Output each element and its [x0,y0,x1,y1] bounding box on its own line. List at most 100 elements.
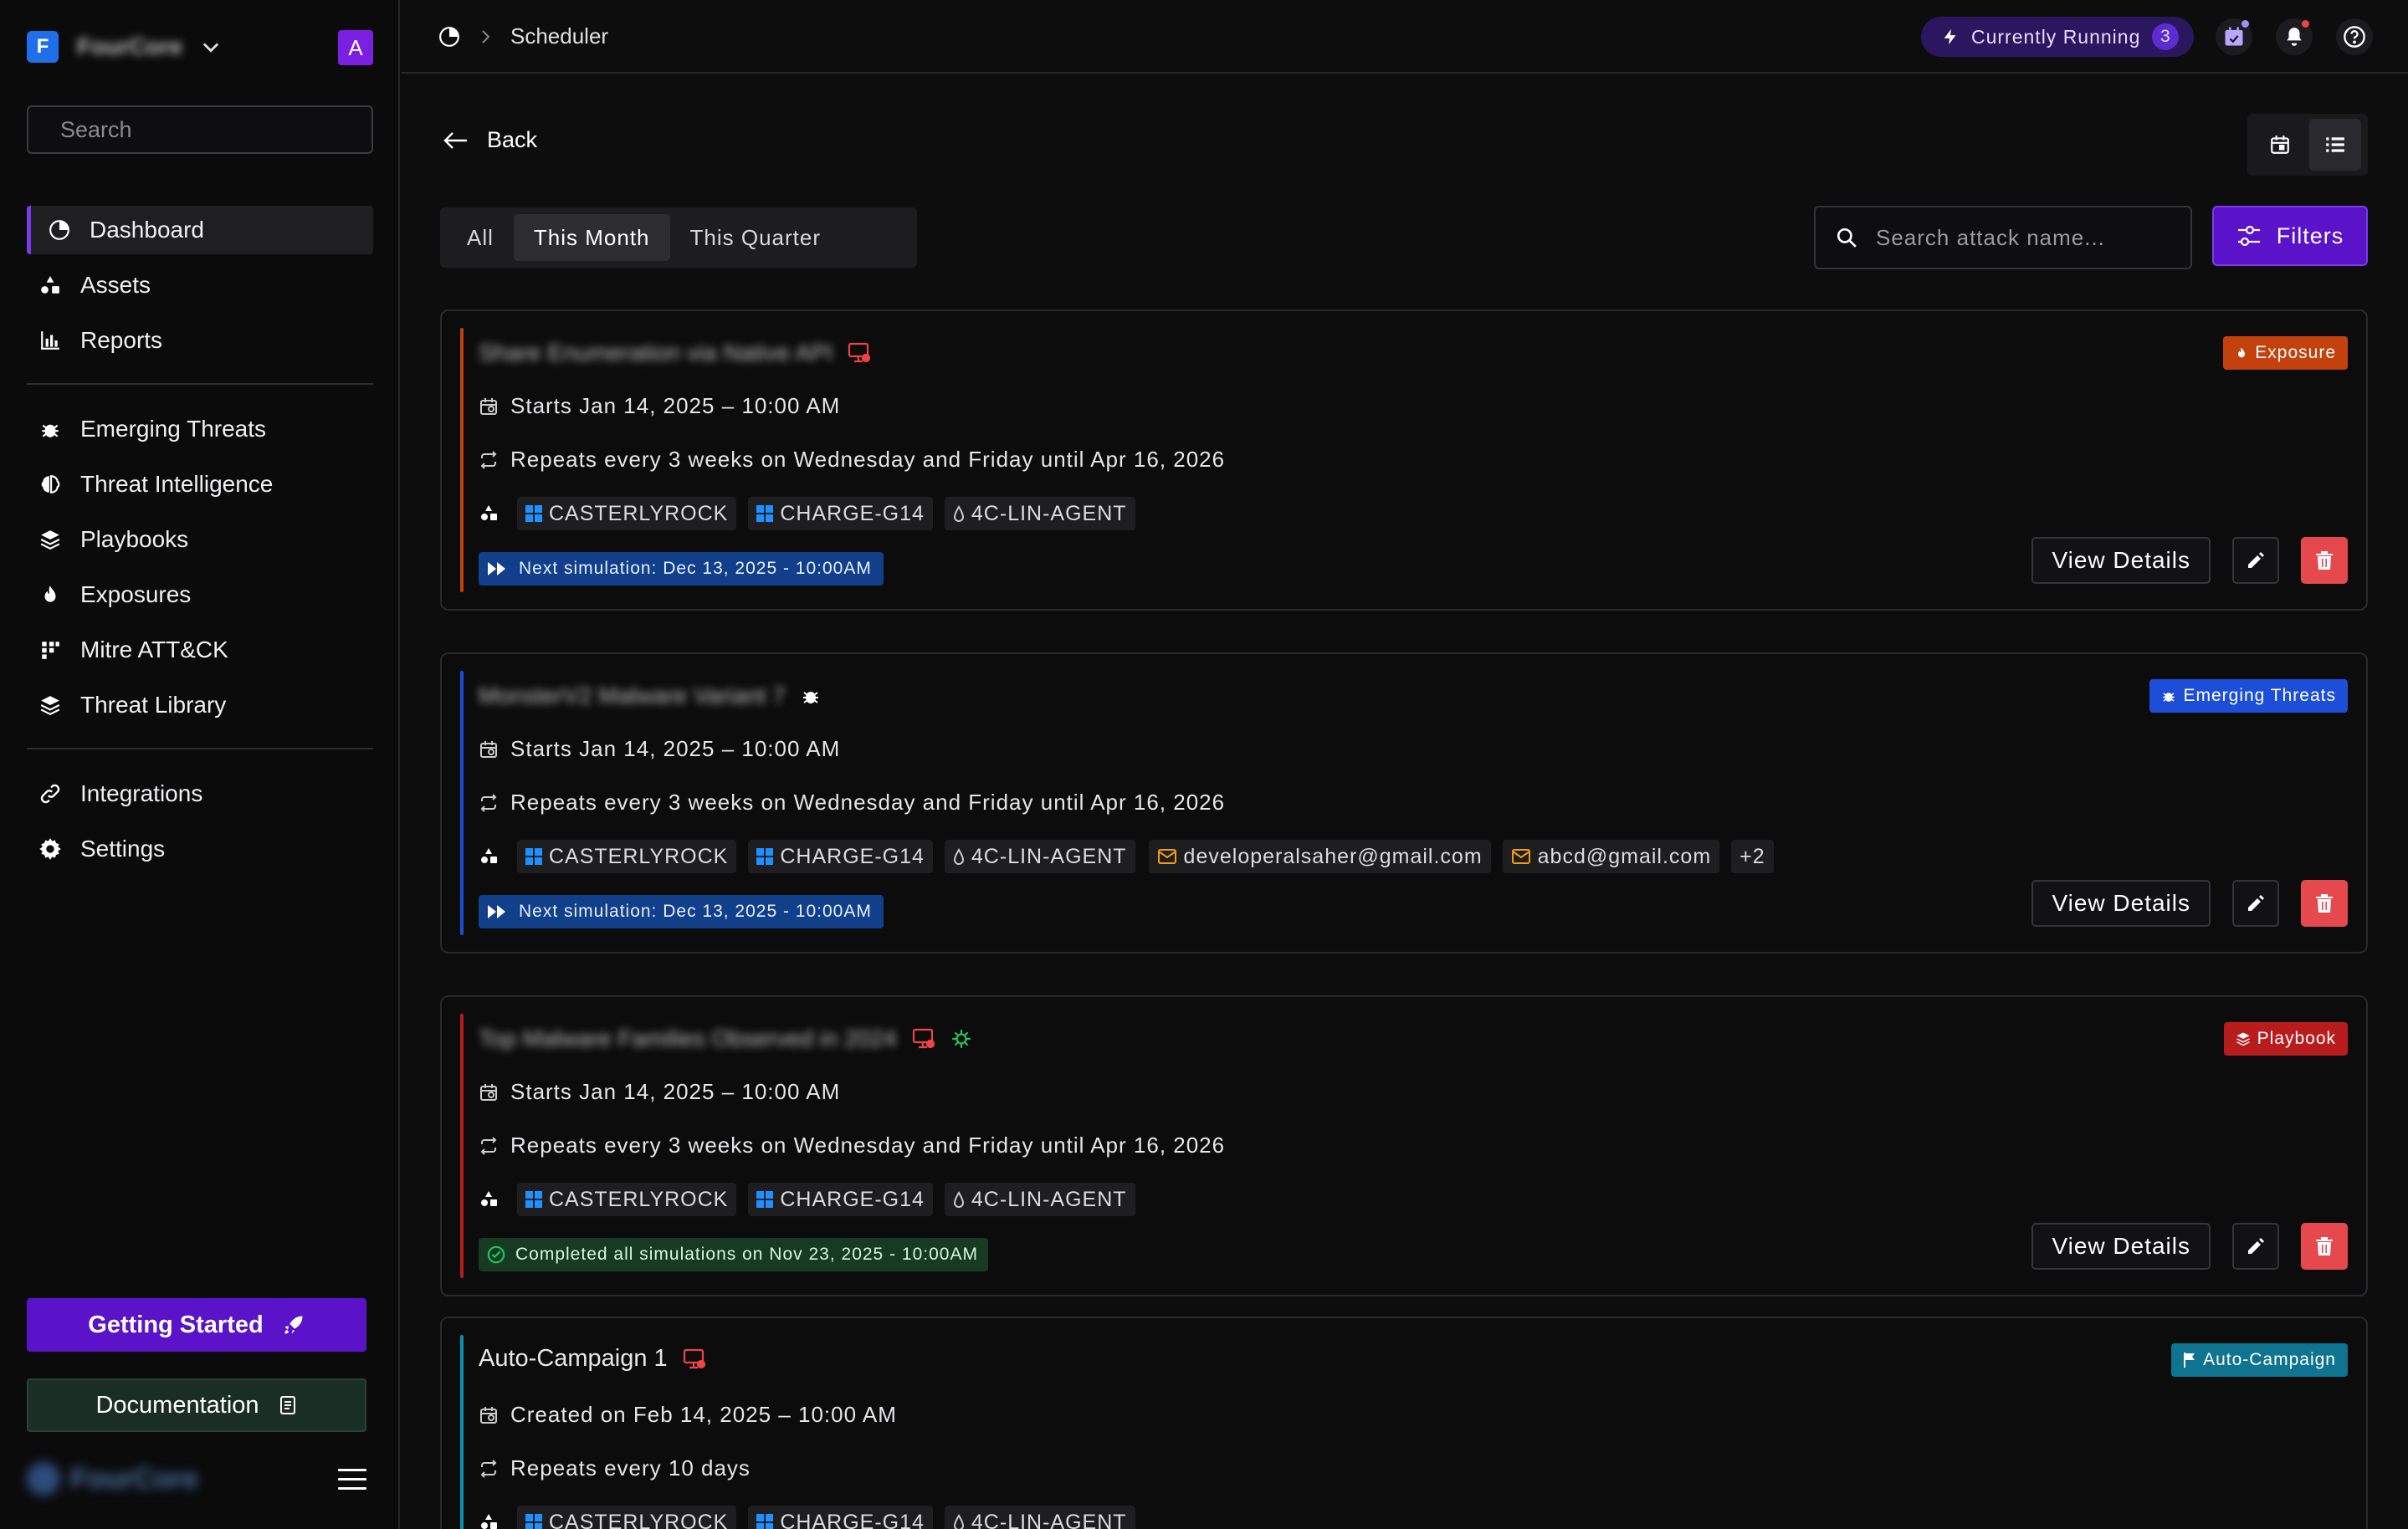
back-label: Back [487,127,538,152]
avatar[interactable]: A [338,30,373,65]
calendar-icon [479,396,499,417]
linux-icon [953,848,965,865]
asset-chip[interactable]: 4C-LIN-AGENT [944,840,1135,873]
delete-button[interactable] [2301,880,2348,927]
layers-icon [38,693,62,717]
card-title-text: MonsterV2 Malware Variant 7 [479,683,786,708]
card-start-text: Starts Jan 14, 2025 – 10:00 AM [510,736,841,761]
asset-chip[interactable]: CASTERLYROCK [517,497,737,530]
sidebar-search-input[interactable]: Search [27,105,373,154]
notifications-button[interactable] [2276,18,2313,55]
menu-icon[interactable] [338,1467,366,1492]
card-repeat-text: Repeats every 3 weeks on Wednesday and F… [510,790,1226,815]
attack-search-placeholder: Search attack name... [1876,224,2105,250]
card-start-row: Created on Feb 14, 2025 – 10:00 AM [479,1402,897,1428]
running-count: 3 [2152,23,2180,50]
asset-chip[interactable]: CASTERLYROCK [517,1506,737,1529]
view-details-button[interactable]: View Details [2031,537,2211,584]
card-repeat-text: Repeats every 3 weeks on Wednesday and F… [510,1133,1226,1158]
endpoint-icon [683,1348,706,1370]
search-icon [1836,227,1857,248]
card-title: Top Malware Families Observed in 2024 [479,1025,972,1052]
flag-icon [2183,1352,2196,1368]
filters-button[interactable]: Filters [2212,206,2368,266]
windows-icon [525,1191,542,1208]
list-view-button[interactable] [2309,119,2361,171]
card-targets: CASTERLYROCK CHARGE-G14 4C-LIN-AGENT [479,1506,1135,1529]
documentation-button[interactable]: Documentation [27,1378,366,1432]
attack-search-input[interactable]: Search attack name... [1814,206,2192,269]
asset-chip[interactable]: 4C-LIN-AGENT [944,497,1135,530]
card-start-row: Starts Jan 14, 2025 – 10:00 AM [479,736,840,762]
assets-icon [479,1189,500,1210]
windows-icon [756,505,774,522]
delete-button[interactable] [2301,537,2348,584]
sidebar-item-playbooks[interactable]: Playbooks [27,515,373,564]
tab-all[interactable]: All [447,214,514,261]
chevron-down-icon[interactable] [199,35,223,59]
view-details-button[interactable]: View Details [2031,1223,2211,1270]
asset-name: 4C-LIN-AGENT [971,1510,1127,1529]
edit-button[interactable] [2232,537,2279,584]
calendar-button[interactable] [2216,18,2252,55]
asset-chip[interactable]: CHARGE-G14 [748,840,933,873]
tab-this-month[interactable]: This Month [513,214,670,261]
schedule-card: Top Malware Families Observed in 2024 St… [440,995,2368,1296]
linux-icon [953,505,965,522]
more-recipients-chip[interactable]: +2 [1731,840,1774,873]
getting-started-button[interactable]: Getting Started [27,1298,366,1352]
email-chip[interactable]: abcd@gmail.com [1502,840,1720,873]
bell-icon [2283,26,2305,48]
tab-this-quarter[interactable]: This Quarter [670,214,842,261]
delete-button[interactable] [2301,1223,2348,1270]
asset-name: 4C-LIN-AGENT [971,1187,1127,1211]
asset-chip[interactable]: CHARGE-G14 [748,1506,933,1529]
sidebar-divider [27,383,373,385]
asset-chip[interactable]: CASTERLYROCK [517,840,737,873]
asset-chip[interactable]: 4C-LIN-AGENT [944,1183,1135,1216]
asset-chip[interactable]: CHARGE-G14 [748,497,933,530]
card-rail [460,328,464,592]
sidebar-item-assets[interactable]: Assets [27,261,373,309]
card-start-text: Starts Jan 14, 2025 – 10:00 AM [510,393,841,418]
endpoint-icon [848,342,871,364]
edit-button[interactable] [2232,1223,2279,1270]
link-icon [38,782,62,805]
breadcrumb: Scheduler [438,23,608,49]
sidebar-item-threat-intelligence[interactable]: Threat Intelligence [27,460,373,509]
currently-running-badge[interactable]: Currently Running 3 [1921,17,2194,57]
completed-text: Completed all simulations on Nov 23, 202… [515,1245,978,1264]
mail-icon [1511,848,1531,865]
email-chip[interactable]: developeralsaher@gmail.com [1148,840,1491,873]
sidebar-item-settings[interactable]: Settings [27,825,373,873]
windows-icon [525,1514,542,1529]
category-tag: Exposure [2223,336,2348,370]
asset-chip[interactable]: 4C-LIN-AGENT [944,1506,1135,1529]
sidebar-item-dashboard[interactable]: Dashboard [27,206,373,254]
footer-logo: FourCore [27,1462,198,1496]
trash-icon [2315,893,2334,913]
org-switcher[interactable]: F FourCore A [27,28,373,65]
sidebar-item-integrations[interactable]: Integrations [27,770,373,818]
sidebar-item-label: Threat Intelligence [80,471,274,497]
sidebar-item-label: Exposures [80,581,192,607]
sidebar-item-label: Reports [80,327,163,353]
card-start-text: Created on Feb 14, 2025 – 10:00 AM [510,1402,897,1427]
sidebar-item-reports[interactable]: Reports [27,316,373,365]
calendar-icon [479,1405,499,1425]
card-repeat-row: Repeats every 3 weeks on Wednesday and F… [479,790,1225,816]
back-button[interactable]: Back [443,127,537,153]
card-targets: CASTERLYROCK CHARGE-G14 4C-LIN-AGENT [479,1183,1135,1216]
view-details-button[interactable]: View Details [2031,880,2211,927]
sidebar-item-emerging-threats[interactable]: Emerging Threats [27,405,373,453]
calendar-view-button[interactable] [2254,119,2306,171]
help-button[interactable] [2336,18,2373,55]
calendar-icon [2222,25,2246,49]
asset-chip[interactable]: CHARGE-G14 [748,1183,933,1216]
edit-button[interactable] [2232,880,2279,927]
asset-chip[interactable]: CASTERLYROCK [517,1183,737,1216]
sidebar-item-threat-library[interactable]: Threat Library [27,681,373,729]
sidebar-item-exposures[interactable]: Exposures [27,570,373,619]
sidebar-item-mitre[interactable]: Mitre ATT&CK [27,626,373,674]
dashboard-icon[interactable] [438,26,460,48]
